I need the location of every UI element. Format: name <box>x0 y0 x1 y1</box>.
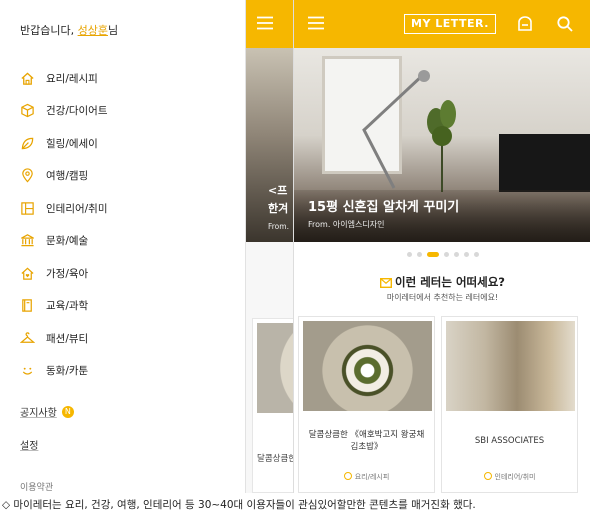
card-category-label: 요리/레시피 <box>354 473 390 481</box>
museum-icon <box>21 234 34 247</box>
menu-item-education[interactable]: 교육/과학 <box>20 290 108 323</box>
new-badge: N <box>61 405 74 418</box>
background-card-caption: 달콤상큼한 <box>257 454 293 464</box>
hanger-icon <box>20 332 35 343</box>
menu-item-travel[interactable]: 여행/캠핑 <box>20 160 108 193</box>
recommend-subtitle: 마이레터에서 추천하는 레터에요! <box>386 293 499 302</box>
recommend-card[interactable]: 달콤상큼한 《애호박고지 왕궁채 김초밥》 요리/레시피 <box>298 316 435 493</box>
menu-item-cartoon[interactable]: 동화/카툰 <box>20 355 108 388</box>
menu-item-healing[interactable]: 힐링/에세이 <box>20 127 108 160</box>
background-card-image <box>257 323 293 413</box>
pin-icon <box>22 168 33 183</box>
app-bar: MY LETTER. <box>294 0 590 48</box>
cube-icon <box>21 103 34 118</box>
home-icon <box>21 72 34 85</box>
hamburger-icon[interactable] <box>307 16 325 30</box>
menu-item-cooking[interactable]: 요리/레시피 <box>20 62 108 95</box>
recommend-card[interactable]: SBI ASSOCIATES 인테리어/취미 <box>441 316 578 493</box>
menu-item-label: 교육/과학 <box>46 300 89 313</box>
menu-item-label: 여행/캠핑 <box>46 170 89 183</box>
leaf-icon <box>21 137 34 150</box>
card-category-label: 인테리어/취미 <box>494 473 536 481</box>
background-hero-from: From. <box>268 222 289 231</box>
card-image <box>446 321 575 411</box>
background-hero-title-line2: 한겨 <box>268 202 289 215</box>
carousel-indicator <box>294 252 590 257</box>
recommend-card-list: 달콤상큼한 《애호박고지 왕궁채 김초밥》 요리/레시피 SBI ASSOCIA… <box>298 316 578 493</box>
category-menu: 요리/레시피 건강/다이어트 힐링/에세이 여행/캠핑 인테리어/취미 문화/예… <box>20 62 108 387</box>
app-logo[interactable]: MY LETTER. <box>404 14 496 34</box>
menu-item-label: 요리/레시피 <box>46 72 98 85</box>
terms-link[interactable]: 이용약관 <box>20 480 53 493</box>
menu-item-label: 건강/다이어트 <box>46 105 108 118</box>
card-image <box>303 321 432 411</box>
carousel-dot[interactable] <box>463 252 469 257</box>
menu-item-label: 문화/예술 <box>46 235 89 248</box>
carousel-dot[interactable] <box>443 252 449 257</box>
settings-link[interactable]: 설정 <box>20 437 38 452</box>
menu-item-family[interactable]: 가정/육아 <box>20 257 108 290</box>
menu-item-label: 가정/육아 <box>46 267 89 280</box>
hero-from: From. 아이엠스디자인 <box>308 220 385 229</box>
carousel-dot-active[interactable] <box>426 252 439 257</box>
menu-item-culture[interactable]: 문화/예술 <box>20 225 108 258</box>
carousel-dot[interactable] <box>406 252 412 257</box>
menu-item-fashion[interactable]: 패션/뷰티 <box>20 322 108 355</box>
greeting-suffix: 님 <box>107 24 119 37</box>
background-card: 달콤상큼한 <box>252 318 293 493</box>
category-dot-icon <box>343 472 352 480</box>
username-link[interactable]: 성상훈 <box>78 24 108 37</box>
mailbox-icon[interactable] <box>516 15 534 33</box>
image-caption: ◇ 마이레터는 요리, 건강, 여행, 인테리어 등 30~40대 이용자들이 … <box>2 499 476 511</box>
recommend-heading: 이런 레터는 어떠세요? <box>294 274 590 290</box>
hero-title: 15평 신혼집 알차게 꾸미기 <box>308 200 460 215</box>
card-caption: 달콤상큼한 《애호박고지 왕궁채 김초밥》 <box>308 430 425 452</box>
category-dot-icon <box>483 472 492 480</box>
carousel-dot[interactable] <box>416 252 422 257</box>
notice-link[interactable]: 공지사항 N <box>20 404 74 419</box>
book-icon <box>22 299 32 312</box>
menu-item-label: 동화/카툰 <box>46 365 89 378</box>
recommend-title: 이런 레터는 어떠세요? <box>395 275 505 289</box>
house-heart-icon <box>21 267 34 280</box>
menu-item-label: 패션/뷰티 <box>46 332 89 345</box>
greeting-text: 반갑습니다, <box>20 24 75 37</box>
plant-graphic <box>427 100 456 192</box>
notice-label: 공지사항 <box>20 408 57 419</box>
layout-icon <box>21 202 34 215</box>
side-drawer: 반갑습니다, 성상훈님 요리/레시피 건강/다이어트 힐링/에세이 여행/캠핑 … <box>0 0 246 493</box>
background-screen: <프 한겨 From. 달콤상큼한 <box>246 0 293 493</box>
carousel-dot[interactable] <box>473 252 479 257</box>
search-icon[interactable] <box>556 15 574 33</box>
menu-item-label: 힐링/에세이 <box>46 137 98 150</box>
background-app-bar <box>246 0 293 48</box>
hero-banner[interactable]: 15평 신혼집 알차게 꾸미기 From. 아이엠스디자인 <box>294 48 590 242</box>
background-hero-image: <프 한겨 From. <box>246 48 293 242</box>
greeting: 반갑습니다, 성상훈님 <box>20 22 118 38</box>
hamburger-icon <box>257 16 273 30</box>
card-category: 인테리어/취미 <box>442 472 577 482</box>
smile-icon <box>22 367 33 375</box>
background-hero-title-line1: <프 <box>268 184 288 197</box>
menu-item-label: 인테리어/취미 <box>46 202 108 215</box>
carousel-dot[interactable] <box>453 252 459 257</box>
app-screen: MY LETTER. 15평 신혼집 알차게 꾸미기 From. 아이엠스디자인… <box>293 0 590 493</box>
floor-lamp-graphic <box>362 70 430 189</box>
hero-photo-tv <box>499 134 590 192</box>
menu-item-interior[interactable]: 인테리어/취미 <box>20 192 108 225</box>
menu-item-health[interactable]: 건강/다이어트 <box>20 95 108 128</box>
envelope-icon <box>380 278 393 288</box>
card-category: 요리/레시피 <box>299 472 434 482</box>
card-caption: SBI ASSOCIATES <box>474 436 545 446</box>
